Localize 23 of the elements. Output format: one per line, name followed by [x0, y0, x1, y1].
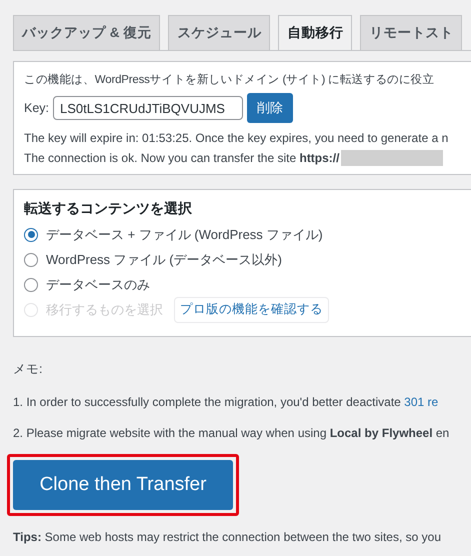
tab[interactable]: バックアップ & 復元	[13, 15, 160, 50]
note-text: 2. Please migrate website with the manual way when using Local by Flywheel en	[13, 426, 450, 440]
key-label: Key:	[24, 101, 50, 115]
note-link[interactable]: 301 re	[404, 395, 438, 409]
option-label: WordPress ファイル (データベース以外)	[46, 250, 282, 268]
tab[interactable]: スケジュール	[168, 15, 270, 50]
tips-text: Tips: Some web hosts may restrict the connection between the two sites, so you	[13, 530, 442, 544]
expire-text: The key will expire in: 01:53:25. Once the key expires, you need to generate a n	[24, 130, 448, 147]
connection-text: The connection is ok. Now you can transfer the site https://	[24, 150, 340, 167]
note-text: 1. In order to successfully complete the migration, you'd better deactivate	[13, 395, 402, 409]
tab[interactable]: リモートスト	[360, 15, 462, 50]
delete-button[interactable]: 削除	[247, 93, 294, 123]
radio-button[interactable]	[24, 252, 38, 266]
section-title: 転送するコンテンツを選択	[24, 200, 193, 218]
memo-title: メモ:	[13, 361, 44, 378]
intro-text: この機能は、WordPressサイトを新しいドメイン (サイト) に転送するのに役立	[24, 72, 434, 88]
radio-button[interactable]	[24, 278, 38, 292]
option-label: データベース + ファイル (WordPress ファイル)	[46, 226, 323, 244]
option-label: データベースのみ	[46, 276, 150, 294]
tab[interactable]: 自動移行	[278, 15, 352, 50]
radio-button[interactable]	[24, 228, 38, 242]
key-field[interactable]: LS0tLS1CRUdJTiBQVUJMS	[53, 96, 244, 120]
clone-button[interactable]: Clone then Transfer	[13, 460, 233, 510]
